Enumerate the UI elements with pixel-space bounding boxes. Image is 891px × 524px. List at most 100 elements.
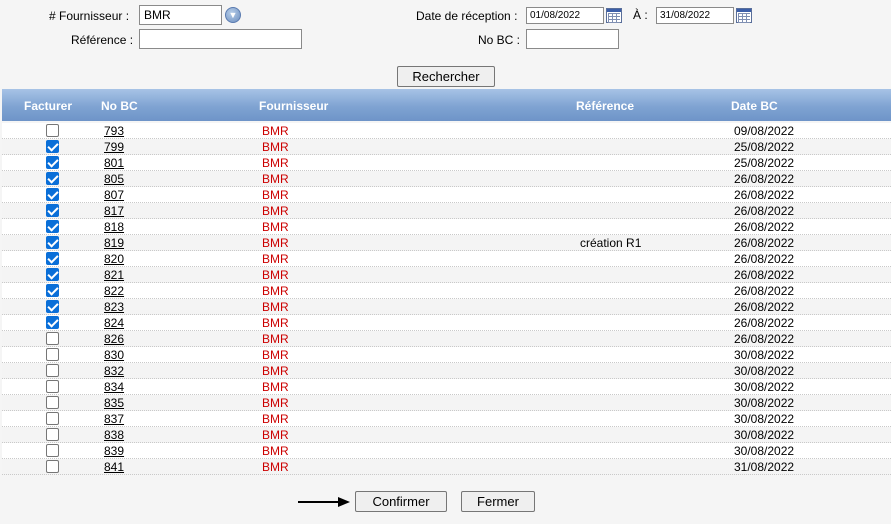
facturer-checkbox[interactable]	[46, 204, 59, 217]
facturer-checkbox[interactable]	[46, 428, 59, 441]
fournisseur-cell: BMR	[262, 220, 289, 234]
header-reference[interactable]: Référence	[576, 99, 634, 113]
facturer-checkbox[interactable]	[46, 460, 59, 473]
facturer-checkbox[interactable]	[46, 380, 59, 393]
chevron-down-icon[interactable]: ▼	[225, 7, 241, 23]
facturer-checkbox[interactable]	[46, 236, 59, 249]
facturer-checkbox[interactable]	[46, 188, 59, 201]
facturer-checkbox[interactable]	[46, 396, 59, 409]
nobc-link[interactable]: 834	[104, 380, 124, 394]
fournisseur-cell: BMR	[262, 188, 289, 202]
search-button[interactable]: Rechercher	[397, 66, 495, 87]
date-bc-cell: 26/08/2022	[734, 284, 795, 298]
reference-label: Référence :	[71, 33, 134, 47]
facturer-checkbox[interactable]	[46, 444, 59, 457]
nobc-link[interactable]: 818	[104, 220, 124, 234]
fournisseur-cell: BMR	[262, 316, 289, 330]
header-fournisseur[interactable]: Fournisseur	[259, 99, 328, 113]
date-from-input[interactable]	[526, 7, 604, 24]
fournisseur-cell: BMR	[262, 460, 289, 474]
header-nobc[interactable]: No BC	[101, 99, 138, 113]
reference-input[interactable]	[139, 29, 302, 49]
facturer-checkbox[interactable]	[46, 140, 59, 153]
table-row: 837 BMR 30/08/2022	[2, 411, 891, 427]
header-date-bc[interactable]: Date BC	[731, 99, 778, 113]
calendar-icon[interactable]	[606, 8, 622, 23]
table-row: 838 BMR 30/08/2022	[2, 427, 891, 443]
nobc-link[interactable]: 835	[104, 396, 124, 410]
date-bc-cell: 26/08/2022	[734, 252, 795, 266]
nobc-link[interactable]: 793	[104, 124, 124, 138]
header-facturer[interactable]: Facturer	[24, 99, 72, 113]
nobc-link[interactable]: 821	[104, 268, 124, 282]
facturer-checkbox[interactable]	[46, 220, 59, 233]
nobc-link[interactable]: 801	[104, 156, 124, 170]
table-row: 826 BMR 26/08/2022	[2, 331, 891, 347]
fournisseur-cell: BMR	[262, 156, 289, 170]
date-bc-cell: 30/08/2022	[734, 396, 795, 410]
date-bc-cell: 25/08/2022	[734, 156, 795, 170]
close-button[interactable]: Fermer	[461, 491, 535, 512]
date-bc-cell: 30/08/2022	[734, 380, 795, 394]
nobc-link[interactable]: 832	[104, 364, 124, 378]
date-bc-cell: 26/08/2022	[734, 220, 795, 234]
date-bc-cell: 30/08/2022	[734, 348, 795, 362]
facturer-checkbox[interactable]	[46, 332, 59, 345]
date-to-input[interactable]	[656, 7, 734, 24]
nobc-link[interactable]: 799	[104, 140, 124, 154]
nobc-link[interactable]: 838	[104, 428, 124, 442]
nobc-link[interactable]: 807	[104, 188, 124, 202]
fournisseur-cell: BMR	[262, 140, 289, 154]
nobc-link[interactable]: 820	[104, 252, 124, 266]
fournisseur-cell: BMR	[262, 124, 289, 138]
date-bc-cell: 09/08/2022	[734, 124, 795, 138]
nobc-link[interactable]: 826	[104, 332, 124, 346]
fournisseur-cell: BMR	[262, 380, 289, 394]
table-row: 820 BMR 26/08/2022	[2, 251, 891, 267]
nobc-input[interactable]	[526, 29, 619, 49]
table-row: 821 BMR 26/08/2022	[2, 267, 891, 283]
table-row: 799 BMR 25/08/2022	[2, 139, 891, 155]
nobc-link[interactable]: 819	[104, 236, 124, 250]
fournisseur-cell: BMR	[262, 444, 289, 458]
nobc-link[interactable]: 822	[104, 284, 124, 298]
fournisseur-cell: BMR	[262, 204, 289, 218]
date-bc-cell: 26/08/2022	[734, 332, 795, 346]
facturer-checkbox[interactable]	[46, 364, 59, 377]
date-bc-cell: 30/08/2022	[734, 412, 795, 426]
facturer-checkbox[interactable]	[46, 300, 59, 313]
nobc-link[interactable]: 824	[104, 316, 124, 330]
fournisseur-input[interactable]	[139, 5, 222, 25]
nobc-link[interactable]: 830	[104, 348, 124, 362]
facturer-checkbox[interactable]	[46, 156, 59, 169]
nobc-link[interactable]: 841	[104, 460, 124, 474]
facturer-checkbox[interactable]	[46, 268, 59, 281]
date-bc-cell: 30/08/2022	[734, 364, 795, 378]
date-bc-cell: 26/08/2022	[734, 268, 795, 282]
facturer-checkbox[interactable]	[46, 124, 59, 137]
date-bc-cell: 26/08/2022	[734, 300, 795, 314]
date-bc-cell: 31/08/2022	[734, 460, 795, 474]
table-row: 817 BMR 26/08/2022	[2, 203, 891, 219]
nobc-link[interactable]: 839	[104, 444, 124, 458]
facturer-checkbox[interactable]	[46, 172, 59, 185]
fournisseur-cell: BMR	[262, 396, 289, 410]
fournisseur-cell: BMR	[262, 332, 289, 346]
nobc-link[interactable]: 837	[104, 412, 124, 426]
fournisseur-cell: BMR	[262, 268, 289, 282]
confirm-button[interactable]: Confirmer	[355, 491, 447, 512]
facturer-checkbox[interactable]	[46, 316, 59, 329]
fournisseur-cell: BMR	[262, 236, 289, 250]
facturer-checkbox[interactable]	[46, 284, 59, 297]
facturer-checkbox[interactable]	[46, 348, 59, 361]
calendar-icon[interactable]	[736, 8, 752, 23]
fournisseur-cell: BMR	[262, 284, 289, 298]
facturer-checkbox[interactable]	[46, 412, 59, 425]
facturer-checkbox[interactable]	[46, 252, 59, 265]
nobc-link[interactable]: 817	[104, 204, 124, 218]
nobc-link[interactable]: 823	[104, 300, 124, 314]
table-row: 805 BMR 26/08/2022	[2, 171, 891, 187]
nobc-link[interactable]: 805	[104, 172, 124, 186]
date-bc-cell: 26/08/2022	[734, 204, 795, 218]
fournisseur-cell: BMR	[262, 428, 289, 442]
